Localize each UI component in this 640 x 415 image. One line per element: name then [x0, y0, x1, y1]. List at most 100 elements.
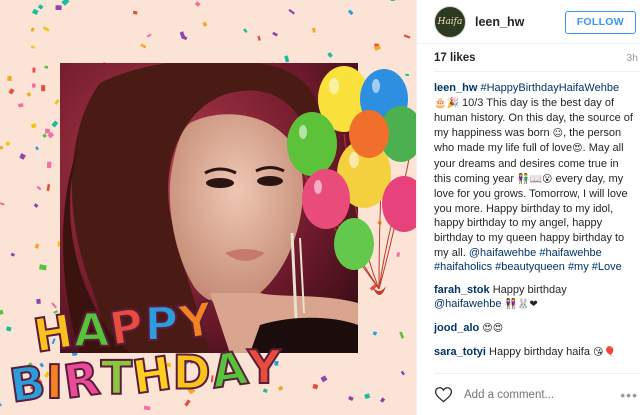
- confetti-piece: [146, 33, 152, 38]
- banner-letter: A: [207, 339, 253, 400]
- confetti-piece: [31, 83, 36, 88]
- caption-hashtag[interactable]: #HappyBirthdayHaifaWehbe: [480, 82, 619, 94]
- banner-letter: D: [171, 344, 212, 400]
- confetti-piece: [32, 8, 39, 15]
- confetti-piece: [45, 128, 50, 134]
- comment-item: farah_stok Happy birthday @haifawehbe 👭🐰…: [434, 283, 634, 313]
- confetti-piece: [18, 103, 24, 108]
- confetti-piece: [312, 383, 319, 390]
- banner-letter: P: [143, 296, 181, 353]
- confetti-piece: [30, 123, 37, 129]
- confetti-piece: [284, 55, 290, 63]
- caption-emoji-3: 😍: [572, 143, 583, 155]
- confetti-piece: [243, 28, 248, 34]
- confetti-piece: [0, 309, 4, 315]
- banner-letter: R: [59, 350, 105, 411]
- confetti-piece: [7, 75, 12, 82]
- confetti-piece: [0, 403, 2, 407]
- confetti-piece: [34, 243, 40, 249]
- confetti-piece: [36, 185, 42, 191]
- comment-text: Happy birthday haifa: [489, 345, 590, 358]
- confetti-piece: [46, 183, 51, 192]
- confetti-piece: [42, 26, 50, 32]
- comment-emoji: 😍😍: [482, 322, 504, 334]
- banner-letter: H: [128, 345, 177, 406]
- confetti-piece: [327, 52, 333, 58]
- confetti-piece: [399, 331, 405, 339]
- confetti-piece: [0, 146, 3, 150]
- confetti-piece: [390, 0, 396, 2]
- add-comment-input[interactable]: [464, 388, 614, 401]
- post-footer: •••: [434, 373, 640, 415]
- confetti-piece: [61, 0, 70, 6]
- avatar-text: Haifa: [437, 16, 463, 27]
- comment-item: jood_alo 😍😍: [434, 321, 634, 337]
- confetti-piece: [51, 120, 59, 128]
- caption-mention[interactable]: @haifawehbe: [469, 247, 536, 259]
- confetti-piece: [8, 88, 15, 95]
- confetti-piece: [41, 85, 46, 92]
- confetti-piece: [320, 375, 328, 383]
- avatar[interactable]: Haifa: [434, 5, 466, 38]
- confetti-piece: [140, 43, 147, 49]
- post-side-panel: Haifa leen_hw FOLLOW 17 likes 3h leen_hw…: [416, 0, 640, 415]
- confetti-piece: [400, 370, 406, 376]
- comment-username[interactable]: jood_alo: [434, 322, 479, 334]
- follow-button[interactable]: FOLLOW: [564, 11, 636, 34]
- banner-letter: B: [5, 353, 50, 413]
- comment-username[interactable]: farah_stok: [434, 284, 490, 296]
- banner-letter: P: [105, 296, 150, 357]
- comment-text: Happy birthday: [492, 283, 567, 296]
- likes-count[interactable]: 17 likes: [434, 52, 476, 64]
- confetti-piece: [202, 21, 208, 27]
- confetti-piece: [26, 92, 32, 97]
- confetti-piece: [42, 133, 47, 139]
- comment-mention[interactable]: @haifawehbe: [434, 298, 501, 310]
- banner-letter: A: [72, 302, 112, 359]
- orange-balloon: [349, 110, 389, 158]
- confetti-piece: [347, 9, 354, 16]
- banner-letter: H: [29, 303, 78, 365]
- confetti-piece: [37, 4, 44, 10]
- confetti-piece: [179, 31, 186, 40]
- post-time[interactable]: 3h: [626, 52, 638, 64]
- post-header: Haifa leen_hw FOLLOW: [417, 0, 640, 44]
- confetti-piece: [33, 203, 39, 208]
- green-balloon: [287, 112, 337, 176]
- caption-emoji-2: ☺: [552, 127, 564, 139]
- confetti-piece: [55, 5, 62, 11]
- confetti-piece: [257, 35, 261, 41]
- confetti-piece: [403, 34, 411, 39]
- confetti-piece: [54, 99, 60, 105]
- confetti-piece: [288, 8, 295, 15]
- heart-icon[interactable]: [434, 385, 453, 404]
- confetti-piece: [46, 161, 52, 169]
- confetti-piece: [132, 10, 138, 15]
- comment-item: sara_totyi Happy birthday haifa 😘🎈: [434, 345, 634, 361]
- confetti-piece: [348, 395, 354, 402]
- confetti-piece: [35, 146, 39, 151]
- banner-letter: Y: [247, 339, 283, 395]
- confetti-piece: [272, 31, 278, 37]
- caption-emoji-4: 👫📖😮: [517, 173, 553, 185]
- confetti-piece: [32, 67, 36, 73]
- likes-row: 17 likes 3h: [434, 44, 640, 72]
- confetti-piece: [194, 1, 201, 7]
- confetti-piece: [30, 27, 35, 32]
- confetti-piece: [39, 264, 47, 271]
- confetti-piece: [364, 393, 371, 400]
- confetti-piece: [44, 65, 49, 69]
- banner-letter: T: [99, 350, 133, 406]
- confetti-piece: [312, 27, 316, 33]
- comment-username[interactable]: sara_totyi: [434, 346, 486, 358]
- happy-birthday-banner: HAPPY BIRTHDAY: [5, 290, 283, 414]
- caption-username[interactable]: leen_hw: [434, 82, 477, 94]
- caption-emoji-1: 🎂🎉: [434, 97, 459, 109]
- post-username[interactable]: leen_hw: [475, 15, 524, 29]
- balloons: [287, 66, 416, 295]
- comment-emoji: 😘🎈: [593, 346, 616, 358]
- post-image[interactable]: HAPPY BIRTHDAY: [0, 0, 416, 415]
- banner-letter: Y: [174, 290, 218, 351]
- confetti-piece: [30, 45, 36, 49]
- more-options-icon[interactable]: •••: [620, 387, 638, 403]
